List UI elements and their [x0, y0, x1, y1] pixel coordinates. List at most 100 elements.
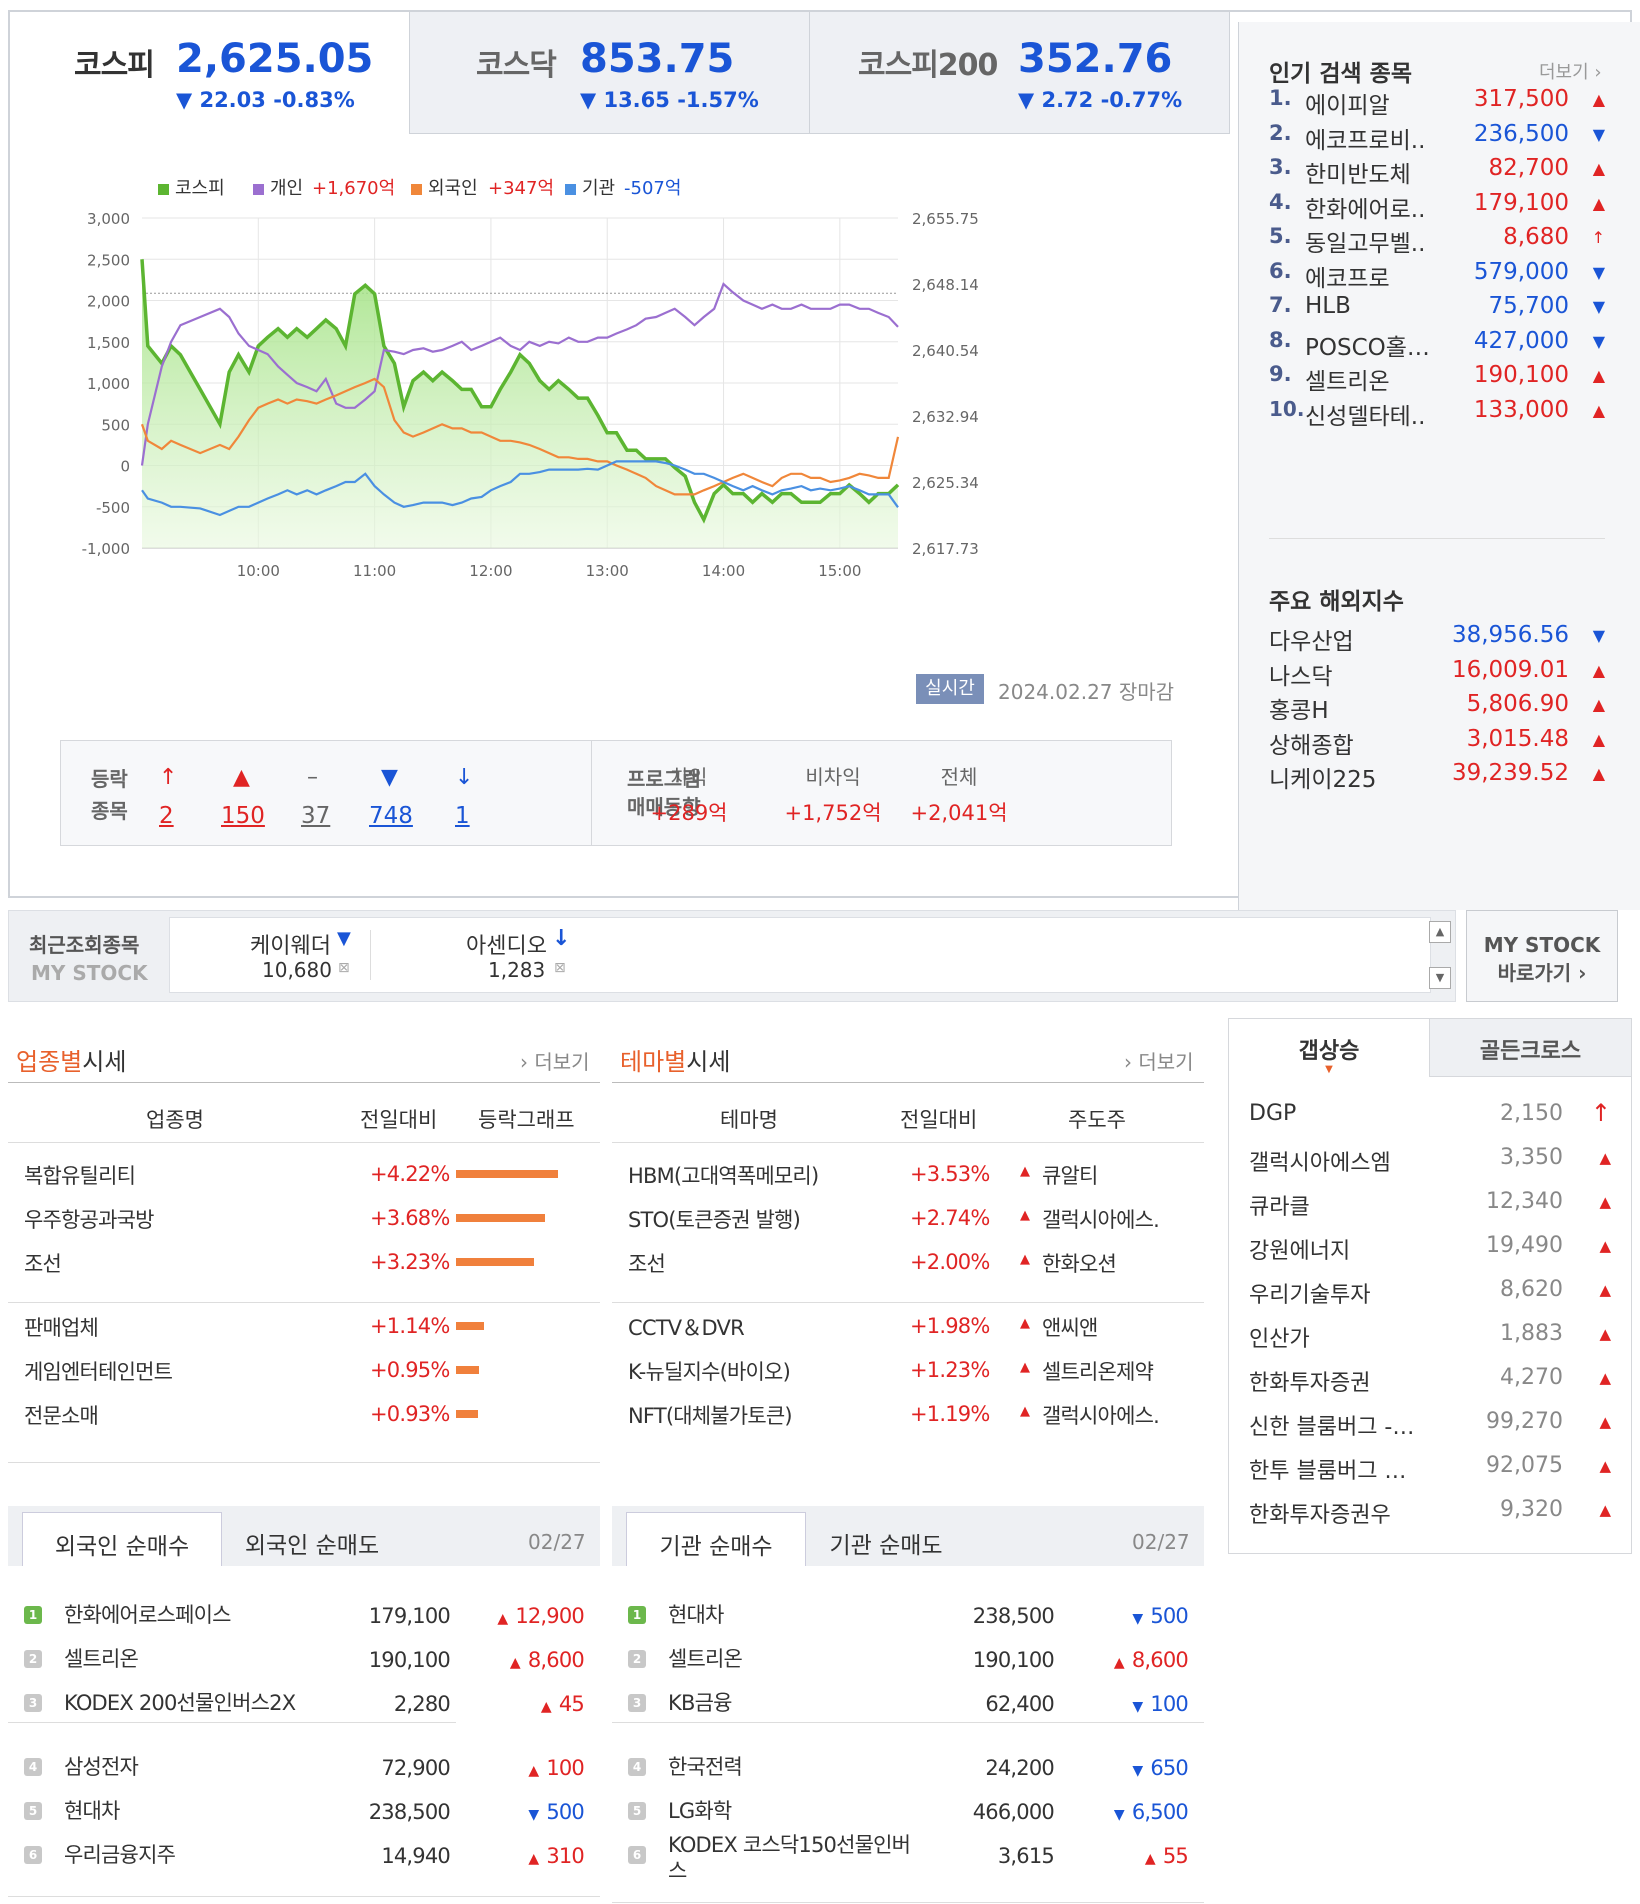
updown-label: 등락: [91, 767, 128, 791]
gap-item[interactable]: 한화투자증권 4,270 ▲: [1249, 1365, 1615, 1405]
y-tick-label: 500: [101, 416, 130, 434]
net-buy-row[interactable]: 3 KB금융 62,400 ▼ 100: [612, 1690, 1204, 1730]
theme-row[interactable]: 조선 +2.00% ▲ 한화오션: [612, 1248, 1204, 1288]
industry-row[interactable]: 조선 +3.23%: [8, 1248, 600, 1288]
tab-gap-up[interactable]: 갭상승 ▼: [1229, 1019, 1429, 1077]
legend-label: 외국인: [428, 178, 478, 199]
gap-item[interactable]: 한투 블룸버그 … 92,075 ▲: [1249, 1453, 1615, 1493]
net-buy-row[interactable]: 2 셀트리온 190,100 ▲ 8,600: [8, 1646, 600, 1686]
world-title: 주요 해외지수: [1269, 589, 1404, 615]
tab-foreign-buy[interactable]: 외국인 순매수: [22, 1512, 222, 1566]
x-tick-label: 14:00: [702, 562, 745, 580]
legend-swatch: [411, 184, 422, 195]
gap-item[interactable]: 강원에너지 19,490 ▲: [1249, 1233, 1615, 1273]
up-arrow-icon: ▲: [1592, 764, 1605, 783]
program-header: 전체: [940, 765, 978, 789]
col-header: 등락그래프: [478, 1108, 575, 1132]
change-bar: [456, 1366, 479, 1374]
tab-kosdaq[interactable]: 코스닥 853.75 ▼ 13.65 -1.57%: [410, 12, 810, 134]
theme-row[interactable]: HBM(고대역폭메모리) +3.53% ▲ 큐알티: [612, 1160, 1204, 1200]
theme-row[interactable]: NFT(대체불가토큰) +1.19% ▲ 갤럭시아에스.: [612, 1400, 1204, 1440]
updown-label-2: 종목: [91, 799, 128, 823]
legend-value: +1,670억: [312, 178, 395, 199]
index-value: 38,956.56: [1451, 622, 1569, 648]
world-index-item[interactable]: 니케이225 39,239.52 ▲: [1269, 760, 1609, 800]
scroll-up-button[interactable]: ▲: [1429, 921, 1451, 943]
up-arrow-icon: ▲: [1599, 1369, 1611, 1387]
theme-name: CCTV＆DVR: [628, 1316, 745, 1340]
stock-price: 24,200: [985, 1756, 1054, 1780]
recent-item[interactable]: 케이웨더 ▼ 10,680 ⊠: [170, 918, 370, 992]
index-value: 2,625.05: [176, 36, 374, 82]
gap-item[interactable]: 인산가 1,883 ▲: [1249, 1321, 1615, 1361]
net-buy-row[interactable]: 1 현대차 238,500 ▼ 500: [612, 1602, 1204, 1642]
theme-row[interactable]: STO(토큰증권 발행) +2.74% ▲ 갤럭시아에스.: [612, 1204, 1204, 1244]
industry-row[interactable]: 복합유틸리티 +4.22%: [8, 1160, 600, 1200]
net-buy-row[interactable]: 5 현대차 238,500 ▼ 500: [8, 1798, 600, 1838]
theme-name: 조선: [628, 1252, 666, 1276]
up-arrow-icon: ▲: [1020, 1164, 1030, 1179]
index-value: 5,806.90: [1466, 691, 1569, 717]
gap-item[interactable]: 신한 블룸버그 -… 99,270 ▲: [1249, 1409, 1615, 1449]
popular-item[interactable]: 10. 신성델타테.. 133,000 ▲: [1269, 397, 1609, 437]
up-arrow-icon: ▲: [497, 1611, 508, 1627]
industry-more-link[interactable]: › 더보기: [520, 1046, 590, 1075]
updown-count[interactable]: 37: [301, 803, 330, 829]
gap-item[interactable]: 갤럭시아에스엠 3,350 ▲: [1249, 1145, 1615, 1185]
net-buy-row[interactable]: 6 KODEX 코스닥150선물인버스 3,615 ▲ 55: [612, 1833, 1204, 1883]
industry-row[interactable]: 판매업체 +1.14%: [8, 1312, 600, 1352]
theme-row[interactable]: K-뉴딜지수(바이오) +1.23% ▲ 셀트리온제약: [612, 1356, 1204, 1396]
tab-kospi[interactable]: 코스피 2,625.05 ▼ 22.03 -0.83%: [10, 12, 410, 134]
up-arrow-icon: ▲: [1592, 695, 1605, 714]
theme-more-link[interactable]: › 더보기: [1124, 1046, 1194, 1075]
tab-inst-sell[interactable]: 기관 순매도: [806, 1512, 966, 1566]
tab-golden-cross[interactable]: 골든크로스: [1429, 1019, 1631, 1077]
theme-row[interactable]: CCTV＆DVR +1.98% ▲ 앤씨앤: [612, 1312, 1204, 1352]
col-header: 테마명: [720, 1108, 778, 1132]
popular-more-link[interactable]: 더보기 ›: [1539, 58, 1602, 84]
industry-row[interactable]: 우주항공과국방 +3.68%: [8, 1204, 600, 1244]
updown-count[interactable]: 150: [221, 803, 265, 829]
change-value: 310: [546, 1844, 584, 1868]
stock-name: 동일고무벨..: [1305, 231, 1426, 257]
recent-item[interactable]: 아센디오 ↓ 1,283 ⊠: [370, 918, 570, 992]
gap-item[interactable]: 우리기술투자 8,620 ▲: [1249, 1277, 1615, 1317]
updown-count[interactable]: 748: [369, 803, 413, 829]
lead-stock: 큐알티: [1042, 1164, 1098, 1188]
industry-row[interactable]: 게임엔터테인먼트 +0.95%: [8, 1356, 600, 1396]
change-value: 55: [1162, 1844, 1189, 1868]
realtime-badge[interactable]: 실시간: [916, 674, 984, 704]
stock-price: 238,500: [368, 1800, 451, 1824]
scroll-down-button[interactable]: ▼: [1429, 967, 1451, 989]
net-buy-row[interactable]: 6 우리금융지주 14,940 ▲ 310: [8, 1842, 600, 1882]
stock-price: 3,350: [1500, 1145, 1563, 1170]
stock-name: 한투 블룸버그 …: [1249, 1459, 1407, 1484]
stock-price: 92,075: [1486, 1453, 1563, 1478]
industry-name: 복합유틸리티: [24, 1164, 136, 1188]
gap-item[interactable]: 큐라클 12,340 ▲: [1249, 1189, 1615, 1229]
y-tick-label: 0: [120, 458, 130, 476]
net-buy-row[interactable]: 2 셀트리온 190,100 ▲ 8,600: [612, 1646, 1204, 1686]
remove-icon[interactable]: ⊠: [338, 960, 350, 976]
net-buy-row[interactable]: 3 KODEX 200선물인버스2X 2,280 ▲ 45: [8, 1690, 600, 1730]
divider: [8, 1142, 600, 1143]
updown-count[interactable]: 2: [159, 803, 174, 829]
tab-kospi200[interactable]: 코스피200 352.76 ▼ 2.72 -0.77%: [810, 12, 1230, 134]
updown-count[interactable]: 1: [455, 803, 470, 829]
industry-row[interactable]: 전문소매 +0.93%: [8, 1400, 600, 1440]
mystock-go-button[interactable]: MY STOCK 바로가기 ›: [1466, 910, 1618, 1002]
net-buy-row[interactable]: 1 한화에어로스페이스 179,100 ▲ 12,900: [8, 1602, 600, 1642]
upper-limit-icon: ↑: [1591, 228, 1605, 247]
remove-icon[interactable]: ⊠: [554, 960, 566, 976]
up-arrow-icon: ▲: [528, 1851, 539, 1867]
gap-item[interactable]: DGP 2,150 ↑: [1249, 1099, 1615, 1141]
gap-item[interactable]: 한화투자증권우 9,320 ▲: [1249, 1497, 1615, 1537]
net-buy-row[interactable]: 4 한국전력 24,200 ▼ 650: [612, 1754, 1204, 1794]
stock-name: 우리기술투자: [1249, 1283, 1371, 1308]
mystock-label[interactable]: MY STOCK: [31, 961, 148, 985]
tab-inst-buy[interactable]: 기관 순매수: [626, 1512, 806, 1566]
industry-name: 게임엔터테인먼트: [24, 1360, 173, 1384]
net-buy-row[interactable]: 4 삼성전자 72,900 ▲ 100: [8, 1754, 600, 1794]
tab-foreign-sell[interactable]: 외국인 순매도: [222, 1512, 402, 1566]
stock-name: 강원에너지: [1249, 1239, 1351, 1264]
